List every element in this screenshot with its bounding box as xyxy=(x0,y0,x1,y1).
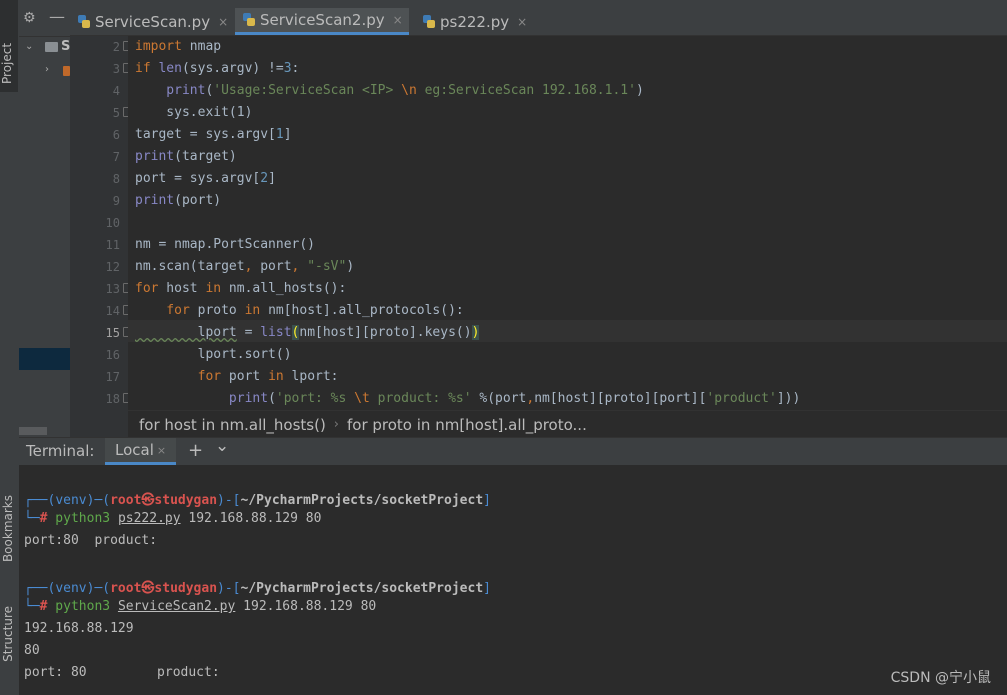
gutter-footer xyxy=(70,410,128,437)
terminal-header: Terminal: Local × + ⌄ xyxy=(19,436,1007,465)
line-number: 7 xyxy=(112,150,120,164)
python-file-icon xyxy=(243,13,255,27)
current-line-number: 15 xyxy=(105,326,120,340)
bookmarks-tool-label: Bookmarks xyxy=(1,495,15,563)
terminal-prompt: ┌──(venv)─(root㉿studygan)-[~/PycharmProj… xyxy=(24,581,491,596)
code-line: import nmap xyxy=(135,39,222,54)
line-number: 17 xyxy=(105,370,120,384)
breadcrumb-item-proto-loop[interactable]: for proto in nm[host].all_proto... xyxy=(347,416,587,434)
root-folder-icon xyxy=(45,42,58,52)
tab-label: ServiceScan.py xyxy=(95,12,211,31)
tab-servicescan[interactable]: ServiceScan.py × xyxy=(70,8,234,35)
terminal-output-line: 192.168.88.129 xyxy=(24,621,134,636)
project-panel-header: ⚙ — xyxy=(19,0,70,37)
python-file-icon xyxy=(78,14,90,29)
line-number: 5 xyxy=(112,106,120,120)
line-number-gutter: 2 3 4 5 6 7 8 9 10 11 12 13 14 15 16 17 … xyxy=(70,36,132,410)
chevron-down-icon[interactable]: ⌄ xyxy=(215,436,229,456)
close-icon[interactable]: × xyxy=(517,15,527,29)
tab-local[interactable]: Local × xyxy=(105,438,177,465)
watermark: CSDN @宁小鼠 xyxy=(890,670,991,686)
code-editor[interactable]: import nmap if len(sys.argv) !=3: print(… xyxy=(128,36,1007,410)
structure-tool-label: Structure xyxy=(1,606,15,662)
code-line-current: lport = list(nm[host][proto].keys()) xyxy=(135,325,480,340)
terminal-output-line: port:80 product: xyxy=(24,533,158,548)
line-number: 12 xyxy=(105,260,120,274)
code-line: print(port) xyxy=(135,193,222,208)
terminal-command: └─# python3 ServiceScan2.py 192.168.88.1… xyxy=(24,599,377,614)
line-number: 8 xyxy=(112,172,120,186)
new-terminal-button[interactable]: + xyxy=(188,440,203,461)
collapse-icon[interactable]: — xyxy=(49,7,65,26)
line-number: 2 xyxy=(112,40,120,54)
code-line: for port in lport: xyxy=(135,369,339,384)
code-line: for host in nm.all_hosts(): xyxy=(135,281,347,296)
project-panel: ⚙ — ⌄ S › xyxy=(19,0,70,437)
close-icon[interactable]: × xyxy=(393,13,403,27)
close-icon[interactable]: × xyxy=(218,15,228,29)
settings-icon[interactable]: ⚙ xyxy=(23,10,36,26)
code-line: print('Usage:ServiceScan <IP> \n eg:Serv… xyxy=(135,83,644,98)
line-number: 6 xyxy=(112,128,120,142)
tab-local-label: Local xyxy=(115,441,154,459)
root-folder-label[interactable]: S xyxy=(61,39,70,54)
line-number: 11 xyxy=(105,238,120,252)
expand-child-icon[interactable]: › xyxy=(45,64,49,75)
tab-label: ps222.py xyxy=(440,12,510,31)
code-line: sys.exit(1) xyxy=(135,105,253,120)
terminal-output-line: port: 80 product: xyxy=(24,665,220,680)
code-line: for proto in nm[host].all_protocols(): xyxy=(135,303,464,318)
left-tool-strip: Project Bookmarks Structure xyxy=(0,0,20,695)
line-number: 13 xyxy=(105,282,120,296)
child-folder-icon xyxy=(63,66,70,76)
line-number: 16 xyxy=(105,348,120,362)
code-line: print('port: %s \t product: %s' %(port,n… xyxy=(135,391,801,406)
code-line: print(target) xyxy=(135,149,237,164)
close-icon[interactable]: × xyxy=(157,444,166,457)
tab-label: ServiceScan2.py xyxy=(260,11,385,29)
terminal-prompt: ┌──(venv)─(root㉿studygan)-[~/PycharmProj… xyxy=(24,493,491,508)
selected-tree-row[interactable] xyxy=(19,348,70,370)
terminal-command: └─# python3 ps222.py 192.168.88.129 80 xyxy=(24,511,322,526)
line-number: 14 xyxy=(105,304,120,318)
line-number: 18 xyxy=(105,392,120,406)
breadcrumb-separator: › xyxy=(333,417,339,432)
expand-root-icon[interactable]: ⌄ xyxy=(25,41,33,52)
window-top-strip xyxy=(70,0,1007,8)
code-line: if len(sys.argv) !=3: xyxy=(135,61,300,76)
breadcrumb-item-host-loop[interactable]: for host in nm.all_hosts() xyxy=(139,416,326,434)
project-tool-label: Project xyxy=(0,42,14,84)
terminal-output[interactable]: ┌──(venv)─(root㉿studygan)-[~/PycharmProj… xyxy=(19,465,1007,695)
code-line: target = sys.argv[1] xyxy=(135,127,292,142)
code-line: lport.sort() xyxy=(135,347,292,362)
terminal-title: Terminal: xyxy=(26,442,95,460)
line-number: 10 xyxy=(105,216,120,230)
terminal-output-line: 80 xyxy=(24,643,40,658)
breadcrumb: for host in nm.all_hosts() › for proto i… xyxy=(128,410,1007,438)
project-scrollbar[interactable] xyxy=(19,427,47,435)
line-number: 3 xyxy=(112,62,120,76)
code-line: nm = nmap.PortScanner() xyxy=(135,237,316,252)
bookmarks-tool-tab[interactable]: Bookmarks xyxy=(1,495,15,562)
project-tool-tab[interactable]: Project xyxy=(0,0,18,92)
line-number: 9 xyxy=(112,194,120,208)
tab-servicescan2[interactable]: ServiceScan2.py × xyxy=(235,8,409,35)
code-line: port = sys.argv[2] xyxy=(135,171,276,186)
line-number: 4 xyxy=(112,84,120,98)
structure-tool-tab[interactable]: Structure xyxy=(1,606,15,662)
python-file-icon xyxy=(423,14,435,29)
editor-tab-bar: ServiceScan.py × ServiceScan2.py × ps222… xyxy=(70,8,1007,36)
tab-ps222[interactable]: ps222.py × xyxy=(415,8,533,35)
code-line: nm.scan(target, port, "-sV") xyxy=(135,259,355,274)
